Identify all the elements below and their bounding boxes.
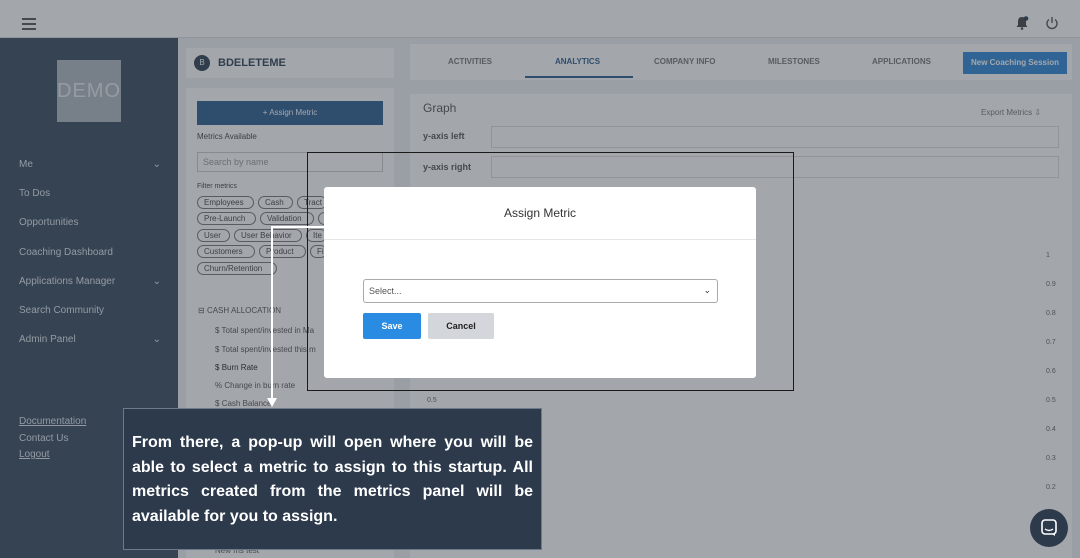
assign-metric-dialog: Assign Metric Select... ⌄ Save Cancel (324, 187, 756, 378)
select-value: Select... (369, 286, 402, 296)
callout-text: From there, a pop-up will open where you… (132, 434, 533, 525)
arrow-down-icon (267, 398, 277, 407)
cancel-button[interactable]: Cancel (428, 313, 494, 339)
dialog-divider (324, 239, 756, 240)
chat-launcher[interactable] (1030, 509, 1068, 547)
save-button[interactable]: Save (363, 313, 421, 339)
dialog-title: Assign Metric (503, 206, 577, 220)
callout-connector (271, 226, 324, 228)
chevron-down-icon: ⌄ (703, 285, 711, 295)
callout-connector (271, 226, 273, 402)
metric-select[interactable]: Select... ⌄ (363, 279, 718, 303)
chat-icon (1041, 519, 1057, 536)
tutorial-callout: From there, a pop-up will open where you… (123, 408, 542, 550)
